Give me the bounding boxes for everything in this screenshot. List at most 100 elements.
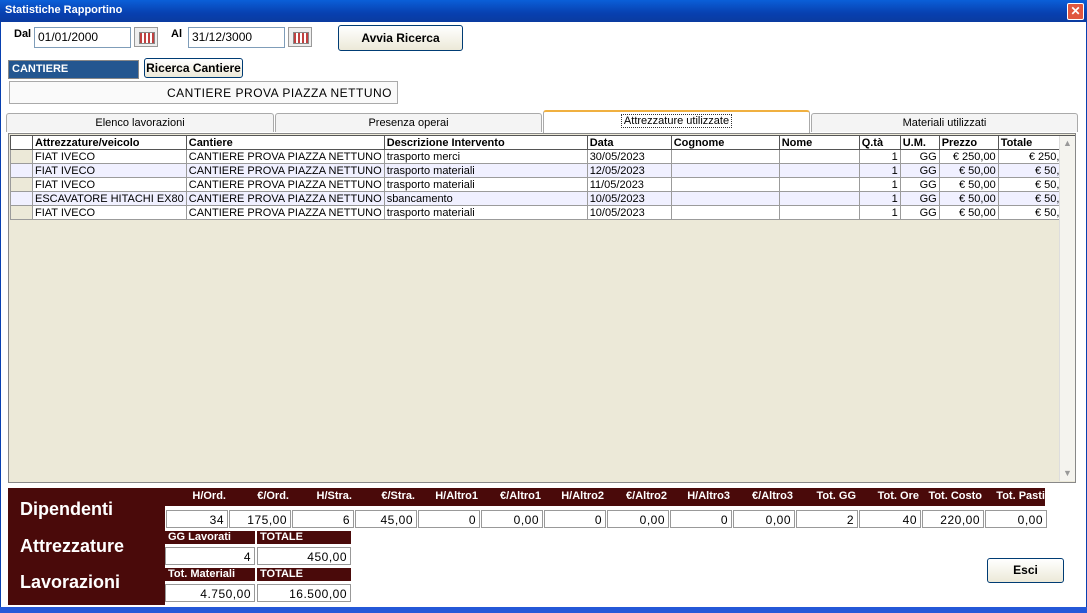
cell[interactable]: GG xyxy=(899,149,940,164)
lav-totale-value: 16.500,00 xyxy=(257,584,351,602)
cell[interactable]: ESCAVATORE HITACHI EX80 xyxy=(32,191,187,206)
cell[interactable]: CANTIERE PROVA PIAZZA NETTUNO xyxy=(185,149,385,164)
row-selector[interactable] xyxy=(10,163,33,178)
cell[interactable]: € 50,00 xyxy=(938,191,999,206)
al-date-input[interactable]: 31/12/3000 xyxy=(188,27,285,48)
cell[interactable]: 1 xyxy=(858,191,901,206)
cell[interactable]: 1 xyxy=(858,205,901,220)
row-selector[interactable] xyxy=(10,177,33,192)
cell[interactable]: CANTIERE PROVA PIAZZA NETTUNO xyxy=(185,177,385,192)
cell[interactable]: € 50,00 xyxy=(938,205,999,220)
tab-presenza-operai[interactable]: Presenza operai xyxy=(275,113,542,132)
col-header[interactable]: Prezzo xyxy=(938,135,999,150)
title-bar xyxy=(0,0,1087,22)
col-header[interactable]: U.M. xyxy=(899,135,940,150)
row-selector[interactable] xyxy=(10,205,33,220)
tab-attrezzature-utilizzate[interactable]: Attrezzature utilizzate xyxy=(543,110,810,133)
cell[interactable]: FIAT IVECO xyxy=(32,177,187,192)
scroll-up-icon[interactable]: ▲ xyxy=(1061,137,1074,150)
cell[interactable] xyxy=(778,191,860,206)
col-header[interactable]: Q.tà xyxy=(858,135,901,150)
dipendenti-title: Dipendenti xyxy=(20,499,113,519)
table-row[interactable]: FIAT IVECO CANTIERE PROVA PIAZZA NETTUNO… xyxy=(10,163,1075,178)
row-selector[interactable] xyxy=(10,191,33,206)
row-selector-header xyxy=(10,135,33,150)
cell[interactable]: 30/05/2023 xyxy=(586,149,672,164)
cell[interactable] xyxy=(778,177,860,192)
dal-date-input[interactable]: 01/01/2000 xyxy=(34,27,131,48)
cell[interactable]: FIAT IVECO xyxy=(32,205,187,220)
table-row[interactable]: FIAT IVECO CANTIERE PROVA PIAZZA NETTUNO… xyxy=(10,149,1075,164)
dipendenti-value: 220,00 xyxy=(922,510,984,528)
al-calendar-icon[interactable] xyxy=(288,27,312,47)
dipendenti-header: H/Altro1 xyxy=(435,490,478,502)
col-header[interactable]: Data xyxy=(586,135,672,150)
col-header[interactable]: Descrizione Intervento xyxy=(383,135,588,150)
cell[interactable]: trasporto merci xyxy=(383,149,588,164)
dipendenti-value: 0,00 xyxy=(733,510,795,528)
tab-attrezzature-label: Attrezzature utilizzate xyxy=(620,114,733,128)
cell[interactable] xyxy=(778,149,860,164)
cell[interactable] xyxy=(778,205,860,220)
ricerca-cantiere-button[interactable]: Ricerca Cantiere xyxy=(144,58,243,78)
cell[interactable]: 1 xyxy=(858,177,901,192)
dipendenti-header: €/Stra. xyxy=(381,490,415,502)
cell[interactable]: € 50,00 xyxy=(938,177,999,192)
cell[interactable]: € 50,00 xyxy=(938,163,999,178)
table-row[interactable]: FIAT IVECO CANTIERE PROVA PIAZZA NETTUNO… xyxy=(10,205,1075,220)
col-header[interactable]: Nome xyxy=(778,135,860,150)
cell[interactable] xyxy=(670,163,780,178)
dipendenti-header: H/Altro3 xyxy=(687,490,730,502)
cell[interactable] xyxy=(670,149,780,164)
dipendenti-value: 175,00 xyxy=(229,510,291,528)
dal-calendar-icon[interactable] xyxy=(134,27,158,47)
cell[interactable]: GG xyxy=(899,191,940,206)
cell[interactable]: trasporto materiali xyxy=(383,163,588,178)
avvia-ricerca-button[interactable]: Avvia Ricerca xyxy=(338,25,463,51)
cell[interactable]: GG xyxy=(899,177,940,192)
dipendenti-header: H/Stra. xyxy=(316,490,352,502)
cell[interactable]: CANTIERE PROVA PIAZZA NETTUNO xyxy=(185,163,385,178)
esci-button[interactable]: Esci xyxy=(987,558,1064,583)
cell[interactable]: FIAT IVECO xyxy=(32,163,187,178)
cell[interactable]: 1 xyxy=(858,149,901,164)
col-header[interactable]: Cognome xyxy=(670,135,780,150)
dipendenti-value: 0 xyxy=(670,510,732,528)
close-button[interactable]: ✕ xyxy=(1067,3,1084,20)
grid-vertical-scrollbar[interactable]: ▲ ▼ xyxy=(1059,136,1075,481)
col-header[interactable]: Cantiere xyxy=(185,135,385,150)
cell[interactable]: 10/05/2023 xyxy=(586,205,672,220)
al-label: Al xyxy=(171,28,182,40)
col-header[interactable]: Attrezzature/veicolo xyxy=(32,135,187,150)
table-row[interactable]: FIAT IVECO CANTIERE PROVA PIAZZA NETTUNO… xyxy=(10,177,1075,192)
cell[interactable]: CANTIERE PROVA PIAZZA NETTUNO xyxy=(185,205,385,220)
tab-elenco-lavorazioni[interactable]: Elenco lavorazioni xyxy=(6,113,274,132)
cell[interactable] xyxy=(670,205,780,220)
cell[interactable]: FIAT IVECO xyxy=(32,149,187,164)
cell[interactable] xyxy=(670,191,780,206)
lav-header-materiali: Tot. Materiali xyxy=(165,568,255,581)
cell[interactable]: sbancamento xyxy=(383,191,588,206)
cell[interactable] xyxy=(778,163,860,178)
cell[interactable]: trasporto materiali xyxy=(383,177,588,192)
cell[interactable]: CANTIERE PROVA PIAZZA NETTUNO xyxy=(185,191,385,206)
attr-totale-value: 450,00 xyxy=(257,547,351,565)
dipendenti-header: Tot. GG xyxy=(816,490,856,502)
cell[interactable] xyxy=(670,177,780,192)
cell[interactable]: 12/05/2023 xyxy=(586,163,672,178)
cell[interactable]: GG xyxy=(899,205,940,220)
cell[interactable]: 1 xyxy=(858,163,901,178)
attr-gg-lavorati-value: 4 xyxy=(165,547,255,565)
table-row[interactable]: ESCAVATORE HITACHI EX80 CANTIERE PROVA P… xyxy=(10,191,1075,206)
cell[interactable]: GG xyxy=(899,163,940,178)
attrezzature-grid: Attrezzature/veicolo Cantiere Descrizion… xyxy=(8,133,1076,483)
cell[interactable]: trasporto materiali xyxy=(383,205,588,220)
dipendenti-header: €/Altro1 xyxy=(500,490,541,502)
dipendenti-header: Tot. Pasti xyxy=(996,490,1045,502)
row-selector[interactable] xyxy=(10,149,33,164)
cell[interactable]: 10/05/2023 xyxy=(586,191,672,206)
cell[interactable]: 11/05/2023 xyxy=(586,177,672,192)
cell[interactable]: € 250,00 xyxy=(938,149,999,164)
scroll-down-icon[interactable]: ▼ xyxy=(1061,467,1074,480)
tab-materiali-utilizzati[interactable]: Materiali utilizzati xyxy=(811,113,1078,132)
